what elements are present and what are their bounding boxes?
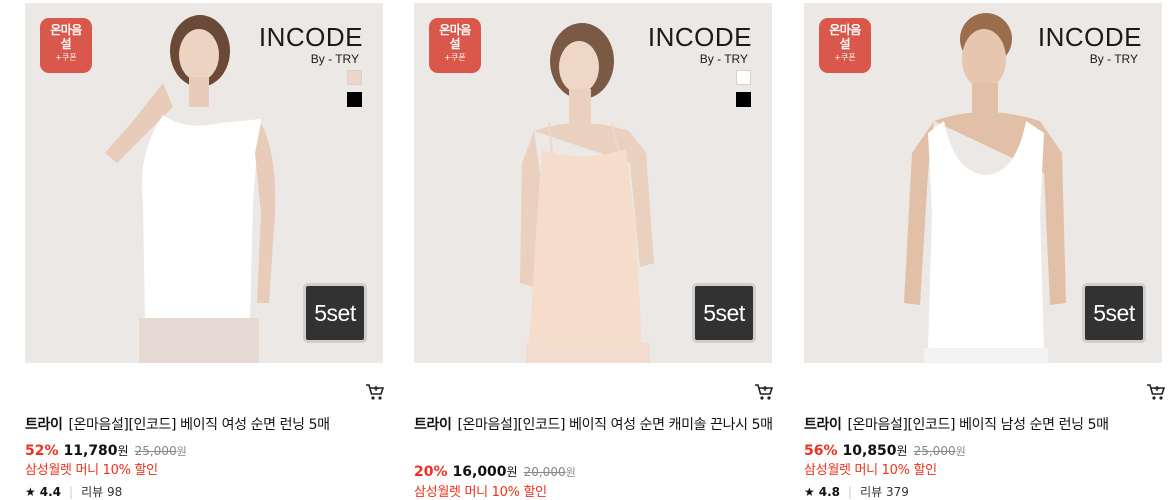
coupon-badge: 온마음 설 +쿠폰 bbox=[40, 18, 92, 73]
seller-name: 트라이 bbox=[804, 417, 842, 433]
promo-text: 삼성월렛 머니 10% 할인 bbox=[804, 463, 937, 478]
badge-line3: +쿠폰 bbox=[834, 53, 856, 62]
discount-rate: 56% bbox=[804, 443, 838, 459]
review-label: 리뷰 bbox=[81, 485, 104, 499]
promo-text: 삼성월렛 머니 10% 할인 bbox=[414, 485, 547, 500]
review-label: 리뷰 bbox=[860, 485, 883, 499]
badge-line1: 온마음 bbox=[439, 23, 471, 37]
star-icon: ★ bbox=[25, 485, 36, 499]
original-price-unit: 원 bbox=[955, 445, 966, 458]
brand-logo-text: INCODE bbox=[1037, 22, 1142, 52]
product-image[interactable]: 온마음 설 +쿠폰 INCODE By - TRY 5set bbox=[414, 3, 772, 363]
discount-rate: 20% bbox=[414, 464, 448, 480]
sale-price-unit: 원 bbox=[117, 444, 129, 458]
promo-text: 삼성월렛 머니 10% 할인 bbox=[25, 463, 158, 478]
set-badge: 5set bbox=[303, 283, 367, 343]
brand-logo: INCODE By - TRY bbox=[1038, 23, 1142, 67]
discount-rate: 52% bbox=[25, 443, 59, 459]
cart-icon[interactable] bbox=[365, 383, 385, 401]
sale-price-unit: 원 bbox=[896, 444, 908, 458]
color-swatch-white bbox=[736, 70, 751, 85]
badge-line3: +쿠폰 bbox=[444, 53, 466, 62]
sale-price: 16,000 bbox=[452, 464, 507, 480]
product-name: [온마음설][인코드] 베이직 여성 순면 캐미솔 끈나시 5매 bbox=[457, 417, 773, 433]
brand-sub-text: By - TRY bbox=[699, 52, 748, 66]
badge-line2: 설 bbox=[839, 37, 851, 51]
brand-logo: INCODE By - TRY bbox=[259, 23, 363, 67]
product-card[interactable]: 온마음 설 +쿠폰 INCODE By - TRY 5set 트라이 [온마음설]… bbox=[414, 0, 774, 500]
color-swatch-black bbox=[736, 92, 751, 107]
sale-price: 11,780 bbox=[63, 443, 118, 459]
original-price: 20,000 bbox=[523, 465, 566, 479]
cart-icon[interactable] bbox=[1146, 383, 1166, 401]
color-swatch-black bbox=[347, 92, 362, 107]
review-count: 379 bbox=[886, 485, 909, 499]
brand-logo-text: INCODE bbox=[258, 22, 363, 52]
sale-price: 10,850 bbox=[842, 443, 897, 459]
original-price-unit: 원 bbox=[176, 445, 187, 458]
color-swatch-beige bbox=[347, 70, 362, 85]
brand-logo: INCODE By - TRY bbox=[648, 23, 752, 67]
review-count: 98 bbox=[107, 485, 123, 499]
rating-row: ★ 4.4 | 리뷰 98 bbox=[25, 483, 122, 500]
coupon-badge: 온마음 설 +쿠폰 bbox=[819, 18, 871, 73]
seller-name: 트라이 bbox=[414, 417, 452, 433]
price-row: 20% 16,000원 20,000원 bbox=[414, 463, 576, 482]
badge-line1: 온마음 bbox=[50, 23, 82, 37]
set-badge: 5set bbox=[692, 283, 756, 343]
brand-logo-text: INCODE bbox=[647, 22, 752, 52]
original-price-unit: 원 bbox=[565, 466, 576, 479]
star-icon: ★ bbox=[804, 485, 815, 499]
badge-line3: +쿠폰 bbox=[55, 53, 77, 62]
rating-score: 4.8 bbox=[818, 485, 841, 499]
product-card[interactable]: 온마음 설 +쿠폰 INCODE By - TRY 5set 트라이 [온마음설]… bbox=[25, 0, 385, 500]
product-card[interactable]: 온마음 설 +쿠폰 INCODE By - TRY 5set 트라이 [온마음설]… bbox=[804, 0, 1166, 500]
badge-line1: 온마음 bbox=[829, 23, 861, 37]
badge-line2: 설 bbox=[449, 37, 461, 51]
product-title[interactable]: 트라이 [온마음설][인코드] 베이직 남성 순면 런닝 5매 bbox=[804, 415, 1164, 436]
divider: | bbox=[69, 485, 74, 499]
original-price: 25,000 bbox=[913, 444, 956, 458]
product-image[interactable]: 온마음 설 +쿠폰 INCODE By - TRY 5set bbox=[804, 3, 1162, 363]
product-name: [온마음설][인코드] 베이직 남성 순면 런닝 5매 bbox=[847, 417, 1109, 433]
brand-sub-text: By - TRY bbox=[1089, 52, 1138, 66]
coupon-badge: 온마음 설 +쿠폰 bbox=[429, 18, 481, 73]
product-title[interactable]: 트라이 [온마음설][인코드] 베이직 여성 순면 캐미솔 끈나시 5매 bbox=[414, 415, 774, 436]
set-badge: 5set bbox=[1082, 283, 1146, 343]
product-name: [온마음설][인코드] 베이직 여성 순면 런닝 5매 bbox=[68, 417, 330, 433]
product-title[interactable]: 트라이 [온마음설][인코드] 베이직 여성 순면 런닝 5매 bbox=[25, 415, 385, 436]
badge-line2: 설 bbox=[60, 37, 72, 51]
original-price: 25,000 bbox=[134, 444, 177, 458]
rating-score: 4.4 bbox=[39, 485, 62, 499]
product-image[interactable]: 온마음 설 +쿠폰 INCODE By - TRY 5set bbox=[25, 3, 383, 363]
seller-name: 트라이 bbox=[25, 417, 63, 433]
cart-icon[interactable] bbox=[754, 383, 774, 401]
rating-row: ★ 4.8 | 리뷰 379 bbox=[804, 483, 909, 500]
brand-sub-text: By - TRY bbox=[310, 52, 359, 66]
sale-price-unit: 원 bbox=[506, 465, 518, 479]
divider: | bbox=[848, 485, 853, 499]
